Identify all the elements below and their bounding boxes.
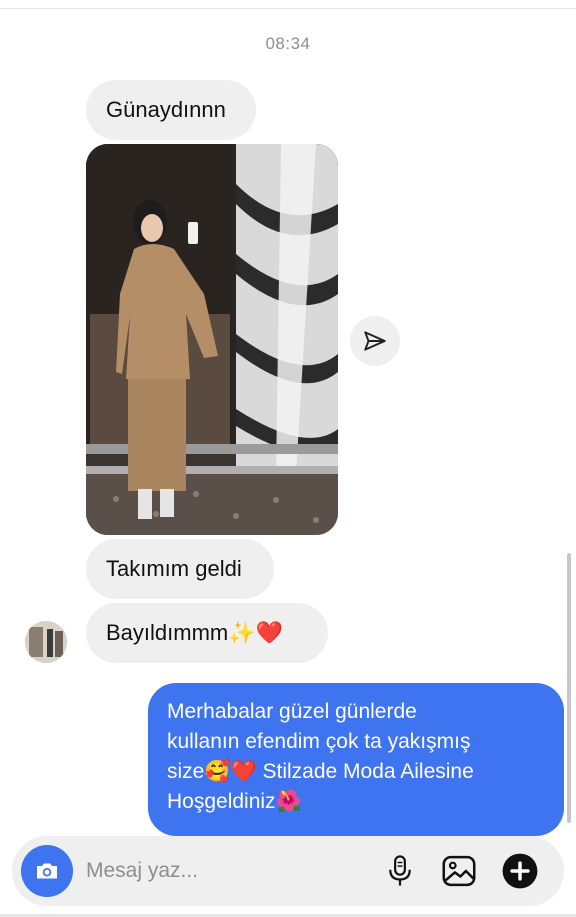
message-input[interactable] <box>86 836 366 906</box>
message-line: Merhabalar güzel günlerde <box>167 700 417 723</box>
gallery-icon <box>442 855 476 887</box>
incoming-message[interactable]: Günaydınnn <box>86 80 256 140</box>
more-button[interactable] <box>500 851 540 891</box>
gallery-button[interactable] <box>439 851 479 891</box>
message-composer <box>12 836 564 906</box>
incoming-message[interactable]: Bayıldımmm✨❤️ <box>86 603 328 663</box>
share-button[interactable] <box>350 316 400 366</box>
message-timestamp: 08:34 <box>265 34 311 53</box>
message-text: Günaydınnn <box>106 97 226 122</box>
send-icon <box>364 331 386 351</box>
message-text: Takımım geldi <box>106 556 242 581</box>
message-text: Bayıldımmm✨❤️ <box>106 620 284 645</box>
avatar-image <box>25 621 67 663</box>
mirror-selfie-image <box>86 144 338 535</box>
photo-attachment[interactable] <box>86 144 338 535</box>
camera-button[interactable] <box>21 845 73 897</box>
outgoing-message[interactable]: Merhabalar güzel günlerde kullanın efend… <box>148 683 564 836</box>
camera-icon <box>37 863 57 879</box>
message-line: size🥰❤️ Stilzade Moda Ailesine <box>167 760 474 783</box>
avatar[interactable] <box>25 621 67 663</box>
plus-icon <box>502 853 538 889</box>
microphone-icon <box>389 855 411 886</box>
microphone-button[interactable] <box>380 851 420 891</box>
incoming-message[interactable]: Takımım geldi <box>86 539 274 599</box>
message-line: kullanın efendim çok ta yakışmış <box>167 730 471 753</box>
scrollbar[interactable] <box>567 553 571 823</box>
top-divider <box>0 8 576 9</box>
message-line: Hoşgeldiniz🌺 <box>167 790 302 813</box>
